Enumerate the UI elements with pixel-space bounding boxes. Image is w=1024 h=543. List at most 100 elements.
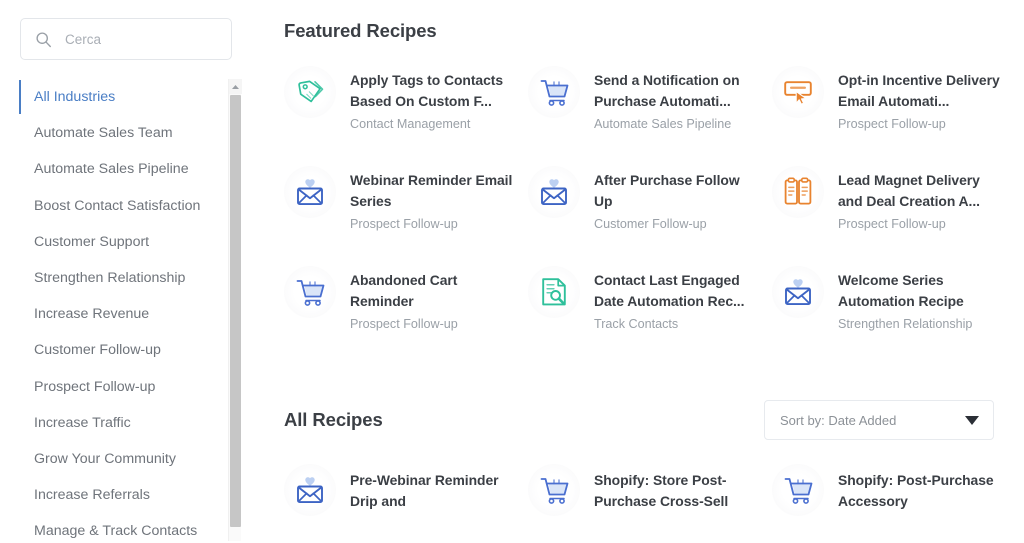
sidebar-item-increase-traffic[interactable]: Increase Traffic [0,405,222,441]
sidebar-item-boost-contact-satisfaction[interactable]: Boost Contact Satisfaction [0,188,222,224]
recipe-category: Prospect Follow-up [838,116,946,131]
recipe-card-text: After Purchase Follow Up Customer Follow-… [594,164,760,234]
recipe-category: Prospect Follow-up [350,316,458,331]
recipe-card[interactable]: Send a Notification on Purchase Automati… [528,64,772,164]
sidebar-item-label: Increase Referrals [34,487,150,504]
recipe-card[interactable]: Opt-in Incentive Delivery Email Automati… [772,64,1016,164]
recipes-browser: All Industries Automate Sales Team Automat… [0,0,1024,543]
recipe-card-text: Contact Last Engaged Date Automation Rec… [594,264,760,334]
sidebar: All Industries Automate Sales Team Automat… [0,0,248,543]
recipe-card-text: Pre-Webinar Reminder Drip and [350,462,516,515]
recipe-card-text: Welcome Series Automation Recipe Strength… [838,264,1004,334]
recipe-title: Contact Last Engaged Date Automation Rec… [594,272,745,310]
sidebar-item-manage-track-contacts[interactable]: Manage & Track Contacts [0,513,222,541]
sidebar-item-customer-support[interactable]: Customer Support [0,224,222,260]
sidebar-item-label: Automate Sales Team [34,125,173,142]
sort-by-label: Sort by: Date Added [780,412,897,428]
scrollbar-thumb[interactable] [230,95,241,527]
all-recipes-heading: All Recipes [284,409,383,430]
recipe-category: Prospect Follow-up [838,216,946,231]
sidebar-item-label: All Industries [34,89,116,106]
recipe-card-text: Abandoned Cart Reminder Prospect Follow-u… [350,264,516,334]
recipe-title: After Purchase Follow Up [594,172,740,210]
sidebar-item-increase-revenue[interactable]: Increase Revenue [0,296,222,332]
sidebar-item-prospect-follow-up[interactable]: Prospect Follow-up [0,369,222,405]
recipe-category: Automate Sales Pipeline [594,116,732,131]
form-click-icon [772,66,824,118]
recipe-card[interactable]: Pre-Webinar Reminder Drip and [284,462,528,543]
chevron-up-icon [231,84,240,90]
featured-recipes-grid: Apply Tags to Contacts Based On Custom F… [284,64,1024,364]
main-content: Featured Recipes Apply Tags to Contacts … [248,0,1024,543]
shopping-cart-icon [772,464,824,516]
recipe-card[interactable]: Abandoned Cart Reminder Prospect Follow-u… [284,264,528,364]
recipe-card[interactable]: After Purchase Follow Up Customer Follow-… [528,164,772,264]
recipe-category: Track Contacts [594,316,679,331]
sidebar-item-automate-sales-pipeline[interactable]: Automate Sales Pipeline [0,151,222,187]
shopping-cart-icon [528,464,580,516]
recipe-title: Welcome Series Automation Recipe [838,272,964,310]
sidebar-item-label: Manage & Track Contacts [34,523,198,540]
recipe-title: Send a Notification on Purchase Automati… [594,72,740,110]
industry-nav: All Industries Automate Sales Team Automat… [0,79,248,541]
recipe-card-text: Send a Notification on Purchase Automati… [594,64,760,134]
sidebar-item-label: Increase Traffic [34,414,131,431]
sidebar-item-label: Customer Follow-up [34,342,161,359]
sidebar-item-label: Prospect Follow-up [34,378,156,395]
sidebar-item-strengthen-relationship[interactable]: Strengthen Relationship [0,260,222,296]
sidebar-scrollbar[interactable] [228,79,242,541]
recipe-card[interactable]: Contact Last Engaged Date Automation Rec… [528,264,772,364]
recipe-card-text: Lead Magnet Delivery and Deal Creation A… [838,164,1004,234]
envelope-heart-icon [284,464,336,516]
sidebar-item-label: Strengthen Relationship [34,270,186,287]
sidebar-item-label: Customer Support [34,233,150,250]
tag-icon [284,66,336,118]
search-input[interactable] [65,31,215,47]
recipe-card[interactable]: Shopify: Store Post-Purchase Cross-Sell [528,462,772,543]
recipe-title: Shopify: Post-Purchase Accessory [838,472,994,510]
sidebar-item-all-industries[interactable]: All Industries [0,79,222,115]
recipe-card[interactable]: Shopify: Post-Purchase Accessory [772,462,1016,543]
documents-icon [772,166,824,218]
industry-list: All Industries Automate Sales Team Automat… [0,79,248,541]
sidebar-item-label: Increase Revenue [34,306,150,323]
chevron-down-icon [965,415,979,425]
recipe-card-text: Opt-in Incentive Delivery Email Automati… [838,64,1004,134]
recipe-category: Contact Management [350,116,471,131]
recipe-card-text: Shopify: Store Post-Purchase Cross-Sell [594,462,760,515]
sidebar-item-grow-your-community[interactable]: Grow Your Community [0,441,222,477]
search-icon [35,31,52,48]
recipe-card[interactable]: Webinar Reminder Email Series Prospect Fo… [284,164,528,264]
recipe-category: Customer Follow-up [594,216,707,231]
shopping-cart-icon [284,266,336,318]
recipe-category: Prospect Follow-up [350,216,458,231]
shopping-cart-icon [528,66,580,118]
recipe-card[interactable]: Apply Tags to Contacts Based On Custom F… [284,64,528,164]
sidebar-item-label: Grow Your Community [34,450,176,467]
sidebar-item-automate-sales-team[interactable]: Automate Sales Team [0,115,222,151]
recipe-title: Lead Magnet Delivery and Deal Creation A… [838,172,980,210]
document-search-icon [528,266,580,318]
envelope-heart-icon [528,166,580,218]
sidebar-item-increase-referrals[interactable]: Increase Referrals [0,477,222,513]
recipe-card-text: Webinar Reminder Email Series Prospect Fo… [350,164,516,234]
sidebar-item-customer-follow-up[interactable]: Customer Follow-up [0,332,222,368]
recipe-card[interactable]: Lead Magnet Delivery and Deal Creation A… [772,164,1016,264]
recipe-title: Opt-in Incentive Delivery Email Automati… [838,72,1000,110]
recipe-card[interactable]: Welcome Series Automation Recipe Strength… [772,264,1016,364]
sidebar-item-label: Boost Contact Satisfaction [34,197,201,214]
recipe-title: Shopify: Store Post-Purchase Cross-Sell [594,472,729,510]
sort-by-dropdown[interactable]: Sort by: Date Added [764,400,994,440]
sidebar-item-label: Automate Sales Pipeline [34,161,189,178]
envelope-heart-icon [284,166,336,218]
all-recipes-grid: Pre-Webinar Reminder Drip and Shopify: S… [284,462,1024,543]
recipe-title: Apply Tags to Contacts Based On Custom F… [350,72,503,110]
all-recipes-bar: All Recipes Sort by: Date Added [284,400,1024,440]
recipe-title: Pre-Webinar Reminder Drip and [350,472,499,510]
featured-recipes-heading: Featured Recipes [284,20,437,41]
recipe-card-text: Apply Tags to Contacts Based On Custom F… [350,64,516,134]
search-box[interactable] [20,18,232,60]
scrollbar-up-button[interactable] [229,79,242,94]
recipe-card-text: Shopify: Post-Purchase Accessory [838,462,1004,515]
recipe-title: Abandoned Cart Reminder [350,272,458,310]
